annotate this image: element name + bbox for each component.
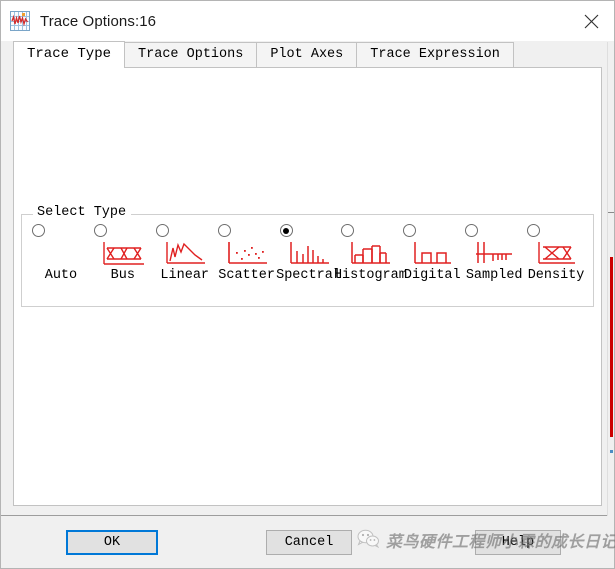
cancel-button-label: Cancel: [284, 535, 334, 550]
digital-icon: [414, 242, 452, 264]
tab-label: Trace Options: [138, 47, 244, 63]
select-type-groupbox: Select Type Auto Bus Linear Scatter Spec…: [21, 206, 594, 307]
linear-icon: [166, 242, 205, 264]
radio-linear[interactable]: [155, 224, 169, 237]
trace-type-option-bus[interactable]: Bus: [92, 224, 154, 283]
waveform-plot-icon: [10, 11, 30, 31]
radio-bus[interactable]: [93, 224, 107, 237]
tab-trace-expression[interactable]: Trace Expression: [356, 42, 514, 67]
tab-page-trace-type: Select Type Auto Bus Linear Scatter Spec…: [13, 67, 602, 506]
tab-label: Trace Type: [27, 46, 112, 62]
trace-type-label: Digital: [403, 268, 461, 283]
trace-type-option-sampled[interactable]: Sampled: [463, 224, 525, 283]
help-button-label: Help: [501, 535, 535, 550]
radio-sampled[interactable]: [465, 224, 479, 237]
cancel-button[interactable]: Cancel: [266, 530, 352, 555]
trace-type-option-spectral[interactable]: Spectral: [276, 224, 341, 283]
close-icon[interactable]: [568, 1, 614, 41]
ok-button[interactable]: OK: [66, 530, 158, 555]
trace-type-label: Density: [527, 268, 585, 283]
tab-trace-options[interactable]: Trace Options: [124, 42, 258, 67]
trace-type-label: Sampled: [465, 268, 523, 283]
trace-type-option-auto[interactable]: Auto: [30, 224, 92, 283]
scrollbar-divider: [608, 212, 614, 213]
trace-type-option-histogram[interactable]: Histogram: [334, 224, 407, 283]
vertical-scrollbar[interactable]: [607, 42, 614, 516]
trace-type-option-linear[interactable]: Linear: [154, 224, 216, 283]
trace-type-option-density[interactable]: Density: [525, 224, 587, 283]
tab-label: Plot Axes: [270, 47, 344, 63]
histogram-icon: [351, 242, 391, 264]
scatter-icon: [227, 242, 267, 264]
ok-button-label: OK: [103, 535, 121, 550]
trace-type-label: Spectral: [276, 268, 341, 283]
radio-histogram[interactable]: [341, 224, 355, 237]
window-title: Trace Options:16: [40, 12, 157, 30]
radio-scatter[interactable]: [217, 224, 231, 237]
help-button[interactable]: Help: [475, 530, 561, 555]
scrollbar-marker: [610, 450, 613, 453]
select-type-legend: Select Type: [33, 206, 132, 220]
trace-type-option-digital[interactable]: Digital: [401, 224, 463, 283]
radio-auto[interactable]: [32, 224, 45, 237]
trace-type-label: Auto: [44, 268, 78, 283]
spectral-icon: [289, 242, 329, 264]
tab-trace-type[interactable]: Trace Type: [13, 41, 126, 68]
trace-type-option-row: Auto Bus Linear Scatter Spectral Histogr…: [22, 224, 593, 283]
radio-density[interactable]: [527, 224, 541, 237]
radio-spectral[interactable]: [279, 224, 293, 237]
trace-options-dialog: Trace Options:16 Trace Type Trace Option…: [0, 0, 615, 569]
trace-type-label: Linear: [160, 268, 210, 283]
dialog-button-bar: OK Cancel Help: [1, 515, 614, 568]
trace-type-option-scatter[interactable]: Scatter: [216, 224, 278, 283]
tab-strip: Trace Type Trace Options Plot Axes Trace…: [1, 41, 614, 68]
trace-type-label: Bus: [110, 268, 135, 283]
density-icon: [538, 242, 576, 264]
bus-icon: [103, 242, 144, 265]
scrollbar-thumb[interactable]: [610, 257, 613, 437]
tab-label: Trace Expression: [370, 47, 500, 63]
title-bar: Trace Options:16: [1, 1, 614, 41]
sampled-icon: [476, 242, 513, 263]
radio-digital[interactable]: [403, 224, 417, 237]
trace-type-label: Histogram: [333, 268, 407, 283]
trace-type-label: Scatter: [218, 268, 275, 283]
tab-plot-axes[interactable]: Plot Axes: [256, 42, 358, 67]
